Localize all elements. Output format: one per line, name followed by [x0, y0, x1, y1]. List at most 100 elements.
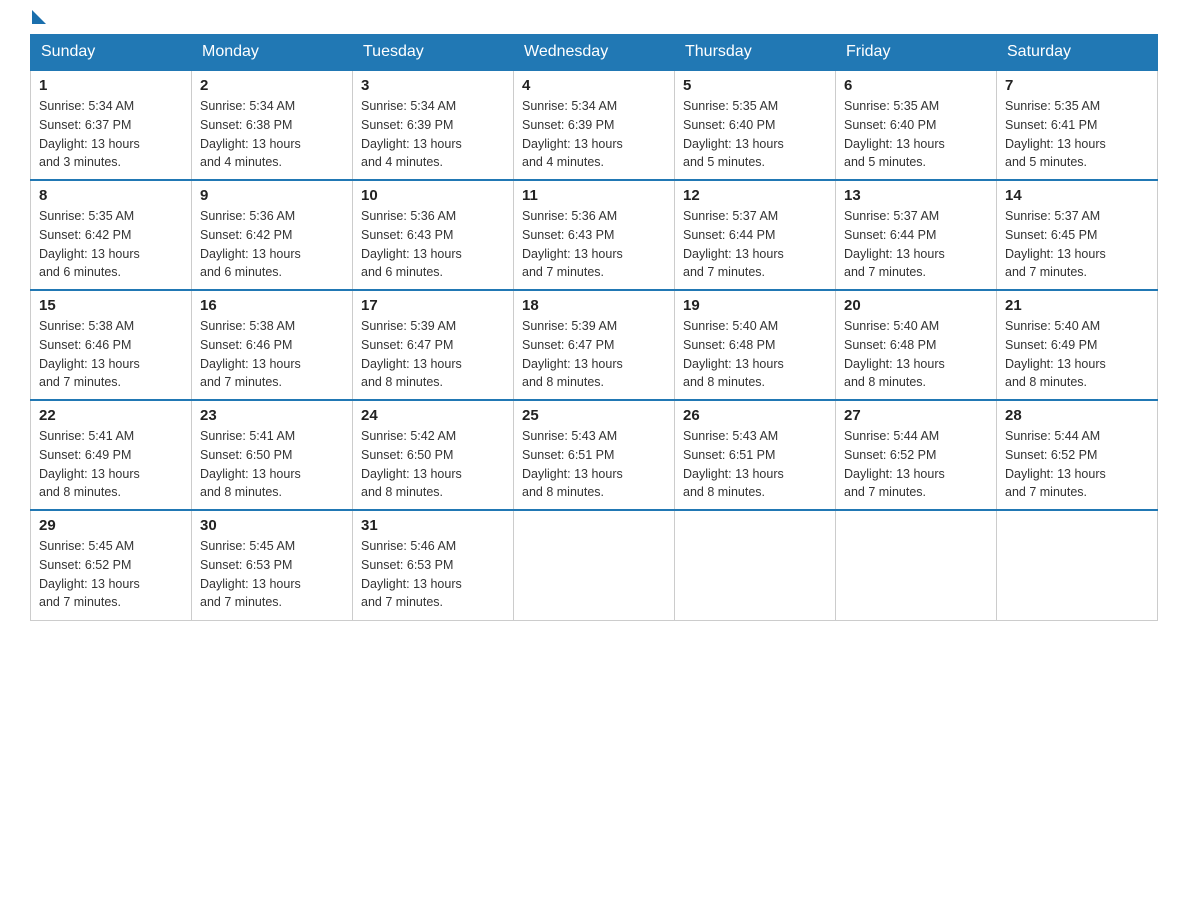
day-number: 1 — [39, 77, 183, 94]
day-info: Sunrise: 5:38 AMSunset: 6:46 PMDaylight:… — [200, 317, 344, 392]
calendar-cell: 2 Sunrise: 5:34 AMSunset: 6:38 PMDaylight… — [192, 70, 353, 180]
calendar-cell: 29Sunrise: 5:45 AMSunset: 6:52 PMDayligh… — [31, 510, 192, 620]
calendar-cell: 6 Sunrise: 5:35 AMSunset: 6:40 PMDaylight… — [836, 70, 997, 180]
day-info: Sunrise: 5:37 AMSunset: 6:44 PMDaylight:… — [683, 207, 827, 282]
day-info: Sunrise: 5:34 AMSunset: 6:37 PMDaylight:… — [39, 97, 183, 172]
day-number: 24 — [361, 407, 505, 424]
day-number: 23 — [200, 407, 344, 424]
day-number: 31 — [361, 517, 505, 534]
calendar-cell: 31 Sunrise: 5:46 AMSunset: 6:53 PMDayligh… — [353, 510, 514, 620]
header-friday: Friday — [836, 35, 997, 71]
day-number: 3 — [361, 77, 505, 94]
calendar-cell: 17Sunrise: 5:39 AMSunset: 6:47 PMDayligh… — [353, 290, 514, 400]
calendar-cell: 15 Sunrise: 5:38 AMSunset: 6:46 PMDayligh… — [31, 290, 192, 400]
day-info: Sunrise: 5:34 AMSunset: 6:38 PMDaylight:… — [200, 97, 344, 172]
calendar-cell: 1 Sunrise: 5:34 AMSunset: 6:37 PMDaylight… — [31, 70, 192, 180]
header-tuesday: Tuesday — [353, 35, 514, 71]
day-info: Sunrise: 5:46 AMSunset: 6:53 PMDaylight:… — [361, 537, 505, 612]
day-number: 21 — [1005, 297, 1149, 314]
header-saturday: Saturday — [997, 35, 1158, 71]
calendar-cell: 16 Sunrise: 5:38 AMSunset: 6:46 PMDayligh… — [192, 290, 353, 400]
calendar-cell: 23 Sunrise: 5:41 AMSunset: 6:50 PMDayligh… — [192, 400, 353, 510]
header-monday: Monday — [192, 35, 353, 71]
day-info: Sunrise: 5:38 AMSunset: 6:46 PMDaylight:… — [39, 317, 183, 392]
day-info: Sunrise: 5:42 AMSunset: 6:50 PMDaylight:… — [361, 427, 505, 502]
day-info: Sunrise: 5:43 AMSunset: 6:51 PMDaylight:… — [522, 427, 666, 502]
day-number: 5 — [683, 77, 827, 94]
day-number: 10 — [361, 187, 505, 204]
header-sunday: Sunday — [31, 35, 192, 71]
calendar-cell: 5 Sunrise: 5:35 AMSunset: 6:40 PMDaylight… — [675, 70, 836, 180]
page-header — [30, 20, 1158, 24]
day-number: 14 — [1005, 187, 1149, 204]
day-info: Sunrise: 5:35 AMSunset: 6:40 PMDaylight:… — [683, 97, 827, 172]
day-number: 29 — [39, 517, 183, 534]
calendar-cell: 10 Sunrise: 5:36 AMSunset: 6:43 PMDayligh… — [353, 180, 514, 290]
day-info: Sunrise: 5:44 AMSunset: 6:52 PMDaylight:… — [1005, 427, 1149, 502]
day-number: 15 — [39, 297, 183, 314]
day-number: 27 — [844, 407, 988, 424]
day-number: 13 — [844, 187, 988, 204]
day-number: 11 — [522, 187, 666, 204]
calendar-cell: 13 Sunrise: 5:37 AMSunset: 6:44 PMDayligh… — [836, 180, 997, 290]
day-number: 2 — [200, 77, 344, 94]
day-info: Sunrise: 5:36 AMSunset: 6:43 PMDaylight:… — [361, 207, 505, 282]
day-number: 12 — [683, 187, 827, 204]
calendar-week-row: 8 Sunrise: 5:35 AMSunset: 6:42 PMDaylight… — [31, 180, 1158, 290]
day-number: 6 — [844, 77, 988, 94]
day-info: Sunrise: 5:45 AMSunset: 6:53 PMDaylight:… — [200, 537, 344, 612]
day-info: Sunrise: 5:34 AMSunset: 6:39 PMDaylight:… — [361, 97, 505, 172]
day-info: Sunrise: 5:37 AMSunset: 6:44 PMDaylight:… — [844, 207, 988, 282]
day-info: Sunrise: 5:36 AMSunset: 6:42 PMDaylight:… — [200, 207, 344, 282]
calendar-cell — [514, 510, 675, 620]
day-number: 28 — [1005, 407, 1149, 424]
day-info: Sunrise: 5:35 AMSunset: 6:41 PMDaylight:… — [1005, 97, 1149, 172]
day-number: 20 — [844, 297, 988, 314]
day-info: Sunrise: 5:37 AMSunset: 6:45 PMDaylight:… — [1005, 207, 1149, 282]
day-info: Sunrise: 5:40 AMSunset: 6:49 PMDaylight:… — [1005, 317, 1149, 392]
day-number: 9 — [200, 187, 344, 204]
logo-triangle-icon — [32, 10, 46, 24]
day-info: Sunrise: 5:40 AMSunset: 6:48 PMDaylight:… — [844, 317, 988, 392]
calendar-cell — [836, 510, 997, 620]
day-number: 26 — [683, 407, 827, 424]
calendar-cell — [997, 510, 1158, 620]
calendar-cell: 18Sunrise: 5:39 AMSunset: 6:47 PMDayligh… — [514, 290, 675, 400]
day-number: 22 — [39, 407, 183, 424]
calendar-cell: 28 Sunrise: 5:44 AMSunset: 6:52 PMDayligh… — [997, 400, 1158, 510]
day-info: Sunrise: 5:40 AMSunset: 6:48 PMDaylight:… — [683, 317, 827, 392]
calendar-week-row: 29Sunrise: 5:45 AMSunset: 6:52 PMDayligh… — [31, 510, 1158, 620]
logo — [30, 20, 46, 24]
day-info: Sunrise: 5:39 AMSunset: 6:47 PMDaylight:… — [522, 317, 666, 392]
day-info: Sunrise: 5:35 AMSunset: 6:42 PMDaylight:… — [39, 207, 183, 282]
day-info: Sunrise: 5:35 AMSunset: 6:40 PMDaylight:… — [844, 97, 988, 172]
calendar-cell: 3 Sunrise: 5:34 AMSunset: 6:39 PMDaylight… — [353, 70, 514, 180]
day-number: 4 — [522, 77, 666, 94]
day-info: Sunrise: 5:34 AMSunset: 6:39 PMDaylight:… — [522, 97, 666, 172]
calendar-cell: 8 Sunrise: 5:35 AMSunset: 6:42 PMDaylight… — [31, 180, 192, 290]
day-info: Sunrise: 5:44 AMSunset: 6:52 PMDaylight:… — [844, 427, 988, 502]
day-number: 16 — [200, 297, 344, 314]
calendar-week-row: 22 Sunrise: 5:41 AMSunset: 6:49 PMDayligh… — [31, 400, 1158, 510]
day-number: 7 — [1005, 77, 1149, 94]
calendar-cell: 4 Sunrise: 5:34 AMSunset: 6:39 PMDaylight… — [514, 70, 675, 180]
calendar-cell: 26Sunrise: 5:43 AMSunset: 6:51 PMDayligh… — [675, 400, 836, 510]
calendar-cell: 14 Sunrise: 5:37 AMSunset: 6:45 PMDayligh… — [997, 180, 1158, 290]
calendar-cell: 27 Sunrise: 5:44 AMSunset: 6:52 PMDayligh… — [836, 400, 997, 510]
calendar-cell: 25Sunrise: 5:43 AMSunset: 6:51 PMDayligh… — [514, 400, 675, 510]
day-number: 8 — [39, 187, 183, 204]
day-info: Sunrise: 5:36 AMSunset: 6:43 PMDaylight:… — [522, 207, 666, 282]
calendar-cell: 7 Sunrise: 5:35 AMSunset: 6:41 PMDaylight… — [997, 70, 1158, 180]
calendar-cell — [675, 510, 836, 620]
header-thursday: Thursday — [675, 35, 836, 71]
calendar-cell: 9 Sunrise: 5:36 AMSunset: 6:42 PMDaylight… — [192, 180, 353, 290]
calendar-cell: 22 Sunrise: 5:41 AMSunset: 6:49 PMDayligh… — [31, 400, 192, 510]
calendar-cell: 21 Sunrise: 5:40 AMSunset: 6:49 PMDayligh… — [997, 290, 1158, 400]
day-number: 19 — [683, 297, 827, 314]
calendar-cell: 11 Sunrise: 5:36 AMSunset: 6:43 PMDayligh… — [514, 180, 675, 290]
calendar-cell: 12 Sunrise: 5:37 AMSunset: 6:44 PMDayligh… — [675, 180, 836, 290]
day-info: Sunrise: 5:41 AMSunset: 6:50 PMDaylight:… — [200, 427, 344, 502]
day-info: Sunrise: 5:41 AMSunset: 6:49 PMDaylight:… — [39, 427, 183, 502]
header-wednesday: Wednesday — [514, 35, 675, 71]
calendar-week-row: 15 Sunrise: 5:38 AMSunset: 6:46 PMDayligh… — [31, 290, 1158, 400]
